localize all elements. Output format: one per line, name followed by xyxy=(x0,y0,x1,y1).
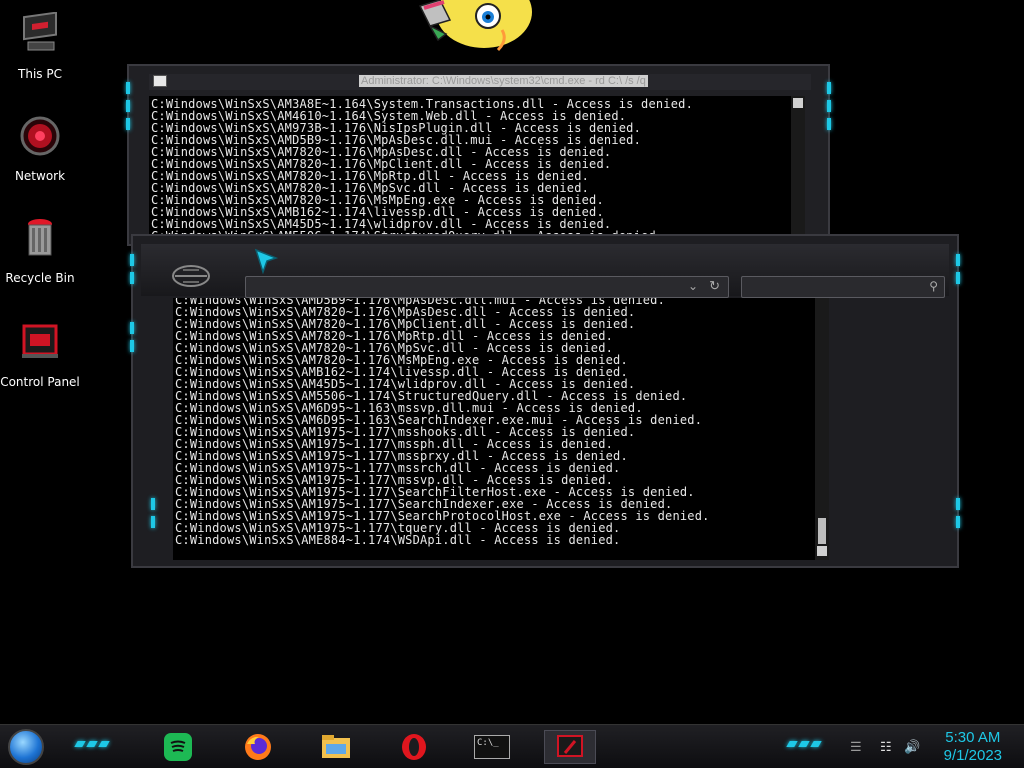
recycle-bin-icon xyxy=(28,219,52,256)
taskbar-accent xyxy=(74,741,86,747)
clock-date: 9/1/2023 xyxy=(943,747,1002,764)
refresh-icon[interactable]: ↻ xyxy=(709,278,720,294)
frame-accent xyxy=(130,340,134,352)
search-input[interactable]: ⚲ xyxy=(741,276,945,298)
spotify-icon xyxy=(164,733,192,761)
network-tray-icon[interactable]: ☷ xyxy=(880,739,892,755)
frame-accent xyxy=(126,100,130,112)
frame-accent xyxy=(151,498,155,510)
window-title: Administrator: C:\Windows\system32\cmd.e… xyxy=(359,75,648,87)
taskbar-accent xyxy=(98,741,110,747)
mouse-cursor-icon xyxy=(254,248,278,274)
computer-icon xyxy=(23,11,57,51)
frame-accent xyxy=(827,118,831,130)
taskbar-app-spotify[interactable] xyxy=(152,730,204,764)
desktop-icon-this-pc[interactable]: This PC xyxy=(0,11,80,81)
taskbar-accent xyxy=(798,741,810,747)
frame-accent xyxy=(130,322,134,334)
console-line: C:Windows\WinSxS\AME884~1.174\WSDApi.dll… xyxy=(175,533,621,547)
firefox-icon xyxy=(245,734,271,760)
console-output[interactable]: C:Windows\WinSxS\AMD5B9~1.176\MpAsDesc.d… xyxy=(173,298,821,560)
frame-accent xyxy=(956,516,960,528)
chevron-down-icon[interactable]: ⌄ xyxy=(688,279,698,293)
taskbar-accent xyxy=(786,741,798,747)
frame-accent xyxy=(956,498,960,510)
desktop-icon-network[interactable]: Network xyxy=(0,114,80,183)
scroll-down-icon[interactable] xyxy=(817,546,827,556)
taskbar-app-file-explorer[interactable] xyxy=(310,730,362,764)
cmd-window-background[interactable]: Administrator: C:\Windows\system32\cmd.e… xyxy=(126,64,831,246)
frame-accent xyxy=(126,118,130,130)
scrollbar-thumb[interactable] xyxy=(818,518,826,544)
title-bar[interactable]: Administrator: C:\Windows\system32\cmd.e… xyxy=(149,74,811,90)
cmd-icon: C:\_ xyxy=(474,735,510,759)
taskbar-accent xyxy=(86,741,98,747)
clock[interactable]: 5:30 AM 9/1/2023 xyxy=(944,729,1002,765)
desktop-icon-label: Control Panel xyxy=(0,375,80,389)
desktop-icon-label: Network xyxy=(14,169,66,183)
search-icon: ⚲ xyxy=(929,279,938,293)
desktop-icon-label: Recycle Bin xyxy=(5,271,75,285)
clock-time: 5:30 AM xyxy=(945,729,1001,746)
taskbar-app-opera[interactable] xyxy=(388,730,440,764)
frame-accent xyxy=(956,272,960,284)
desktop-icon-label: This PC xyxy=(18,67,62,81)
taskbar-app-cmd[interactable]: C:\_ xyxy=(466,730,518,764)
start-button[interactable] xyxy=(8,729,44,765)
frame-accent xyxy=(126,82,130,94)
cmd-system-icon[interactable] xyxy=(153,75,167,87)
desktop-icon-control-panel[interactable]: Control Panel xyxy=(0,320,80,389)
frame-accent xyxy=(151,516,155,528)
cartoon-decoration xyxy=(418,0,532,52)
console-output[interactable]: C:Windows\WinSxS\AM3A8E~1.164\System.Tra… xyxy=(149,96,799,238)
opera-icon xyxy=(402,734,426,760)
vertical-scrollbar[interactable] xyxy=(815,298,829,560)
taskbar-app-control-panel[interactable] xyxy=(544,730,596,764)
control-panel-icon xyxy=(557,735,583,757)
taskbar-app-firefox[interactable] xyxy=(232,730,284,764)
vertical-scrollbar[interactable] xyxy=(791,96,805,238)
taskbar: C:\_ ☰ ☷ 🔊 5:30 AM 9/1/2023 xyxy=(0,724,1024,768)
file-explorer-icon xyxy=(322,735,350,758)
frame-accent xyxy=(130,254,134,266)
address-bar[interactable]: ⌄ ↻ xyxy=(245,276,729,298)
volume-icon[interactable]: 🔊 xyxy=(904,739,920,755)
frame-accent xyxy=(827,100,831,112)
frame-accent xyxy=(827,82,831,94)
desktop-icon-recycle-bin[interactable]: Recycle Bin xyxy=(0,216,80,285)
frame-accent xyxy=(956,254,960,266)
scroll-up-icon[interactable] xyxy=(793,98,803,108)
taskbar-accent xyxy=(810,741,822,747)
control-panel-icon xyxy=(22,324,58,358)
theme-logo-icon xyxy=(172,265,210,287)
frame-accent xyxy=(130,272,134,284)
explorer-window[interactable]: ⌄ ↻ ⚲ C:Windows\WinSxS\AMD5B9~1.176\MpAs… xyxy=(130,234,960,568)
network-icon xyxy=(20,116,60,156)
show-hidden-icons-icon[interactable]: ☰ xyxy=(850,739,862,755)
